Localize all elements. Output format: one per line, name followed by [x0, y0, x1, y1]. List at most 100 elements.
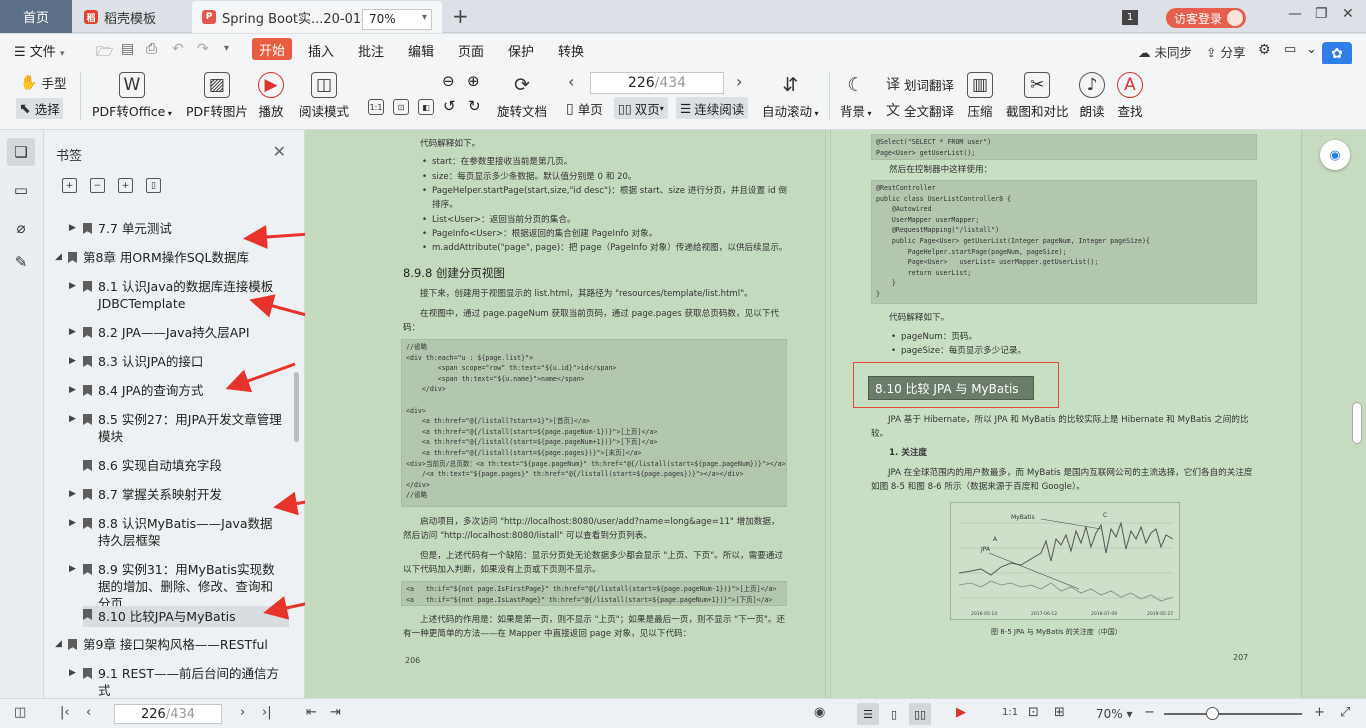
- zoom-in-icon[interactable]: ⊕: [467, 72, 480, 90]
- fit-page-icon[interactable]: ⊡: [393, 99, 409, 115]
- prev-page-icon[interactable]: ‹: [568, 72, 574, 91]
- fit-width-icon[interactable]: ⊞: [1054, 705, 1065, 720]
- ai-assistant-icon[interactable]: ◉: [1320, 140, 1350, 170]
- status-zoom-level[interactable]: 70% ▾: [1096, 707, 1133, 721]
- rotate-left-icon[interactable]: ↺: [443, 97, 456, 115]
- play-icon[interactable]: ▶: [956, 705, 966, 720]
- eye-protection-icon[interactable]: ◉: [814, 705, 825, 720]
- bookmark-item[interactable]: 8.6 实现自动填充字段: [83, 457, 283, 474]
- find-button[interactable]: A 查找: [1117, 72, 1143, 120]
- bookmark-item-selected[interactable]: 8.10 比较JPA与MyBatis: [83, 606, 289, 627]
- feedback-icon[interactable]: ▭: [1284, 42, 1296, 57]
- expand-arrow-icon[interactable]: ▶: [69, 220, 76, 237]
- new-tab-icon[interactable]: +: [452, 4, 469, 28]
- expand-arrow-icon[interactable]: ▶: [69, 561, 76, 578]
- forward-icon[interactable]: ⇥: [330, 705, 341, 720]
- zoom-slider[interactable]: [1164, 713, 1302, 715]
- redo-icon[interactable]: ↷: [197, 41, 209, 57]
- pdf-to-office-button[interactable]: W PDF转Office ▾: [92, 72, 172, 120]
- bookmark-item[interactable]: ◢ 第9章 接口架构风格——RESTful: [55, 636, 288, 653]
- bookmark-item[interactable]: ▶ 8.2 JPA——Java持久层API: [69, 324, 283, 341]
- single-mode-icon[interactable]: ▯: [883, 703, 905, 725]
- actual-size-icon[interactable]: 1:1: [1002, 707, 1018, 718]
- signature-panel-icon[interactable]: ✎: [7, 248, 35, 276]
- double-page-button[interactable]: ▯▯ 双页 ▾: [614, 97, 668, 119]
- bookmark-item[interactable]: ◢ 第8章 用ORM操作SQL数据库: [55, 249, 288, 266]
- expand-arrow-icon[interactable]: ▶: [69, 515, 76, 532]
- zoom-out-icon[interactable]: ⊖: [442, 72, 455, 90]
- last-page-icon[interactable]: ›|: [262, 705, 272, 720]
- expand-arrow-icon[interactable]: ▶: [69, 353, 76, 370]
- zoom-out-icon[interactable]: −: [1144, 705, 1155, 720]
- read-aloud-button[interactable]: ♪ 朗读: [1079, 72, 1105, 120]
- bookmark-item[interactable]: ▶ 8.1 认识Java的数据库连接模板JDBCTemplate: [69, 278, 289, 312]
- tab-insert[interactable]: 插入: [308, 41, 334, 60]
- tab-annotate[interactable]: 批注: [358, 41, 384, 60]
- open-folder-icon[interactable]: 🗁: [96, 41, 113, 65]
- tab-convert[interactable]: 转换: [558, 41, 584, 60]
- delete-bookmark-icon[interactable]: ▯: [146, 178, 161, 193]
- collapse-arrow-icon[interactable]: ◢: [55, 636, 62, 653]
- first-page-icon[interactable]: |‹: [60, 705, 70, 720]
- minimize-icon[interactable]: —: [1288, 6, 1302, 22]
- auto-scroll-button[interactable]: ⇵ 自动滚动 ▾: [762, 72, 819, 120]
- word-translate-button[interactable]: 译划词翻译: [886, 74, 954, 94]
- cloud-sync-icon[interactable]: ✿: [1322, 42, 1352, 66]
- expand-arrow-icon[interactable]: ▶: [69, 278, 76, 295]
- tab-edit[interactable]: 编辑: [408, 41, 434, 60]
- select-tool-button[interactable]: ⬉ 选择: [16, 98, 63, 119]
- sync-status[interactable]: ☁ 未同步: [1138, 42, 1192, 61]
- window-count-badge[interactable]: 1: [1122, 10, 1138, 25]
- bookmark-item[interactable]: ▶ 8.5 实例27：用JPA开发文章管理模块: [69, 411, 283, 445]
- page-number-input[interactable]: 226/434: [590, 72, 724, 94]
- restore-icon[interactable]: ❐: [1315, 6, 1328, 22]
- file-menu[interactable]: ☰ 文件 ▾: [14, 41, 64, 60]
- actual-size-icon[interactable]: 1:1: [368, 99, 384, 115]
- thumbnail-panel-icon[interactable]: ▭: [7, 176, 35, 204]
- bookmark-scrollbar[interactable]: [294, 372, 299, 442]
- zoom-select[interactable]: 70%: [362, 9, 432, 30]
- save-icon[interactable]: ▤: [121, 41, 134, 57]
- add-bookmark-icon[interactable]: +: [118, 178, 133, 193]
- next-page-icon[interactable]: ›: [240, 705, 245, 720]
- sidebar-toggle-icon[interactable]: ◫: [14, 705, 26, 720]
- compress-button[interactable]: ▥ 压缩: [967, 72, 993, 120]
- rotate-right-icon[interactable]: ↻: [468, 97, 481, 115]
- expand-arrow-icon[interactable]: ▶: [69, 324, 76, 341]
- expand-arrow-icon[interactable]: ▶: [69, 486, 76, 503]
- settings-gear-icon[interactable]: ⚙: [1258, 42, 1271, 58]
- back-icon[interactable]: ⇤: [306, 705, 317, 720]
- double-mode-icon[interactable]: ▯▯: [909, 703, 931, 725]
- expand-arrow-icon[interactable]: ▶: [69, 382, 76, 399]
- tab-home[interactable]: 首页: [0, 0, 72, 33]
- read-mode-button[interactable]: ◫ 阅读模式: [299, 72, 349, 120]
- fit-page-icon[interactable]: ⊡: [1028, 705, 1039, 720]
- more-menu-icon[interactable]: ⌄: [1306, 42, 1317, 57]
- document-view[interactable]: 代码解释如下。 start：在参数里接收当前是第几页。 size：每页显示多少条…: [305, 130, 1366, 698]
- zoom-slider-handle[interactable]: [1206, 707, 1219, 720]
- continuous-read-button[interactable]: ☰ 连续阅读: [676, 97, 749, 119]
- next-page-icon[interactable]: ›: [736, 72, 742, 91]
- bookmark-item[interactable]: ▶ 8.8 认识MyBatis——Java数据持久层框架: [69, 515, 283, 549]
- bookmark-item[interactable]: ▶ 7.7 单元测试: [69, 220, 283, 237]
- tab-page[interactable]: 页面: [458, 41, 484, 60]
- expand-arrow-icon[interactable]: ▶: [69, 665, 76, 682]
- background-button[interactable]: ☾ 背景 ▾: [840, 72, 872, 120]
- print-icon[interactable]: ⎙: [146, 41, 157, 57]
- tab-start[interactable]: 开始: [252, 38, 292, 60]
- collapse-arrow-icon[interactable]: ◢: [55, 249, 62, 266]
- prev-page-icon[interactable]: ‹: [86, 705, 91, 720]
- bookmark-item[interactable]: ▶ 8.7 掌握关系映射开发: [69, 486, 283, 503]
- zoom-in-icon[interactable]: +: [1314, 705, 1325, 720]
- tab-protect[interactable]: 保护: [508, 41, 534, 60]
- screenshot-compare-button[interactable]: ✂ 截图和对比: [1006, 72, 1069, 120]
- close-window-icon[interactable]: ✕: [1342, 6, 1354, 22]
- share-button[interactable]: ⇪ 分享: [1206, 42, 1245, 61]
- full-translate-button[interactable]: 文全文翻译: [886, 100, 954, 120]
- expand-arrow-icon[interactable]: ▶: [69, 411, 76, 428]
- pdf-to-image-button[interactable]: ▨ PDF转图片: [186, 72, 248, 120]
- more-quick-icon[interactable]: ▾: [224, 43, 229, 54]
- guest-login-button[interactable]: 访客登录: [1166, 8, 1246, 28]
- attachment-panel-icon[interactable]: ⌀: [7, 214, 35, 242]
- rotate-document-button[interactable]: ⟳ 旋转文档: [497, 72, 547, 120]
